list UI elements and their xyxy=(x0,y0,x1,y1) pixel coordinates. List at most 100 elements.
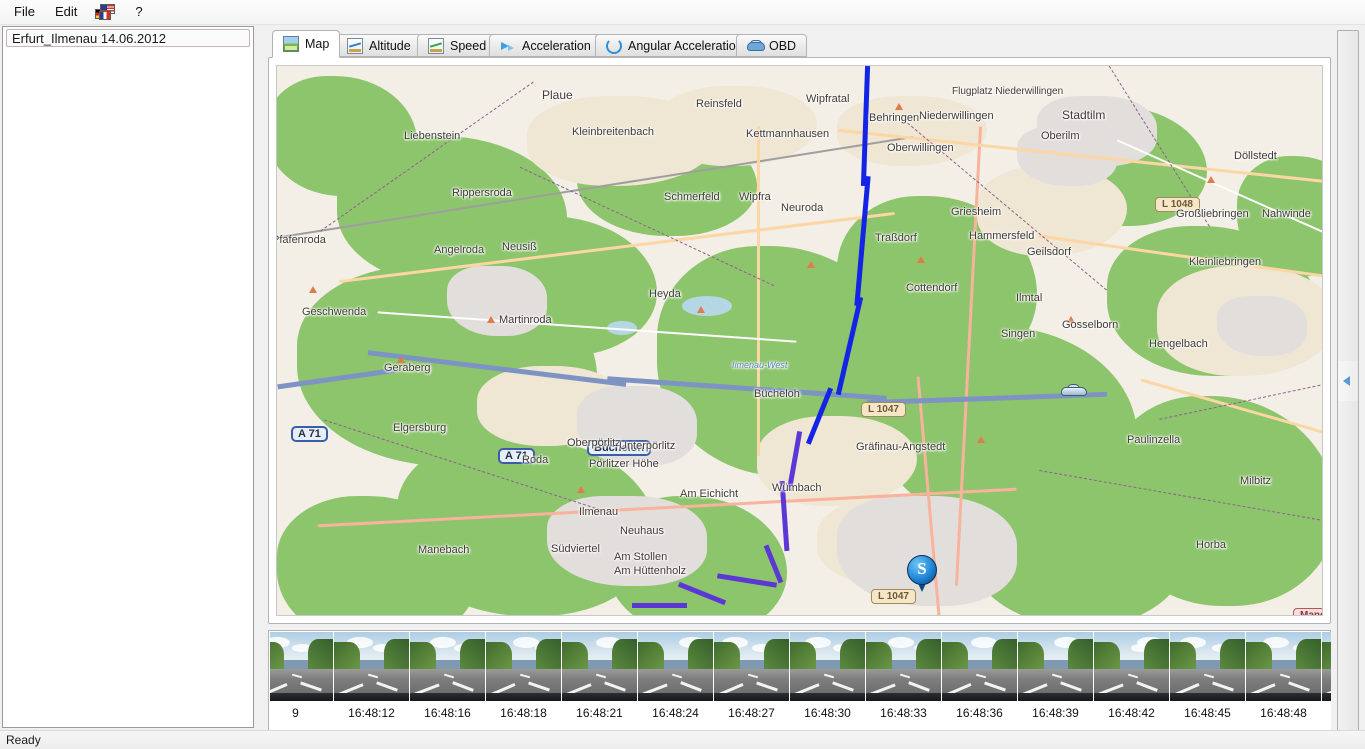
video-thumbnail[interactable] xyxy=(1246,632,1321,701)
start-marker-label: S xyxy=(917,559,927,578)
frame-timestamp: 16:48:30 xyxy=(804,706,851,720)
filmstrip-track: 9 16:48:12 16:48:16 16:48:18 16:48:21 16:48:2… xyxy=(270,632,1331,720)
menu-help[interactable]: ? xyxy=(125,1,152,23)
tab-map[interactable]: Map xyxy=(272,30,341,58)
video-thumbnail[interactable] xyxy=(1018,632,1093,701)
filmstrip-frame[interactable]: 16:48:12 xyxy=(334,632,409,720)
video-thumbnail[interactable] xyxy=(638,632,713,701)
video-thumbnail[interactable] xyxy=(1170,632,1245,701)
filmstrip-frame[interactable]: 16:48:36 xyxy=(942,632,1017,720)
right-panel-splitter[interactable] xyxy=(1337,30,1359,732)
thumb-car-hood xyxy=(334,692,409,701)
video-thumbnail[interactable] xyxy=(1322,632,1331,701)
arrow-left-icon xyxy=(1343,376,1350,386)
filmstrip-frame[interactable]: 16:48:27 xyxy=(714,632,789,720)
filmstrip-frame[interactable]: 16:48:16 xyxy=(410,632,485,720)
thumb-car-hood xyxy=(1246,692,1321,701)
video-thumbnail[interactable] xyxy=(790,632,865,701)
filmstrip-frame[interactable]: 16:48:30 xyxy=(790,632,865,720)
menu-edit[interactable]: Edit xyxy=(45,1,87,23)
filmstrip-frame[interactable]: 16:48:48 xyxy=(1246,632,1321,720)
map-urban-area xyxy=(447,266,547,336)
video-thumbnail[interactable] xyxy=(942,632,1017,701)
video-thumbnail[interactable] xyxy=(334,632,409,701)
menu-bar: File Edit ? xyxy=(0,0,1365,25)
map-urban-area xyxy=(1217,296,1307,356)
tab-acceleration[interactable]: Acceleration xyxy=(489,34,602,57)
thumb-trees-right xyxy=(1295,638,1321,674)
map-peak-icon xyxy=(895,103,903,110)
thumb-cloud xyxy=(888,637,914,648)
application-window: File Edit ? Erfurt_Ilmenau 14.06.2012 Ma… xyxy=(0,0,1365,749)
map-peak-icon xyxy=(309,286,317,293)
filmstrip-frame[interactable]: 16:48:33 xyxy=(866,632,941,720)
thumb-trees-right xyxy=(1067,638,1093,674)
splitter-collapse-button[interactable] xyxy=(1338,361,1358,401)
map-peak-icon xyxy=(917,256,925,263)
map-icon xyxy=(283,36,299,52)
tab-acceleration-label: Acceleration xyxy=(522,38,591,53)
filmstrip-frame[interactable]: 16:48:18 xyxy=(486,632,561,720)
filmstrip-frame[interactable]: 16:48:21 xyxy=(562,632,637,720)
video-thumbnail[interactable] xyxy=(1094,632,1169,701)
filmstrip-frame[interactable]: 16:48:45 xyxy=(1170,632,1245,720)
thumb-car-hood xyxy=(1322,692,1331,701)
map-panel: A 71 A 71 Bücheloh L 1048 L 1047 L 1047 … xyxy=(268,57,1331,624)
frame-timestamp: 16:48:39 xyxy=(1032,706,1079,720)
video-thumbnail[interactable] xyxy=(562,632,637,701)
map-peak-icon xyxy=(397,356,405,363)
filmstrip-frame[interactable]: 16:48:42 xyxy=(1094,632,1169,720)
frame-timestamp: 9 xyxy=(292,706,299,720)
thumb-trees-right xyxy=(307,638,333,674)
frame-timestamp: 16:48:12 xyxy=(348,706,395,720)
thumb-car-hood xyxy=(1018,692,1093,701)
video-thumbnail[interactable] xyxy=(486,632,561,701)
thumb-car-hood xyxy=(270,692,333,701)
tab-speed[interactable]: Speed xyxy=(417,34,498,57)
tab-speed-label: Speed xyxy=(450,38,487,53)
tab-obd[interactable]: OBD xyxy=(736,34,808,57)
session-tree-panel: Erfurt_Ilmenau 14.06.2012 xyxy=(2,26,254,728)
filmstrip-viewport[interactable]: 9 16:48:12 16:48:16 16:48:18 16:48:21 16:48:2… xyxy=(270,632,1331,738)
thumb-trees-right xyxy=(1219,638,1245,674)
map-canvas[interactable]: A 71 A 71 Bücheloh L 1048 L 1047 L 1047 … xyxy=(276,65,1323,616)
video-thumbnail[interactable] xyxy=(714,632,789,701)
frame-timestamp: 16:48:24 xyxy=(652,706,699,720)
start-marker[interactable]: S xyxy=(907,555,937,593)
video-thumbnail[interactable] xyxy=(866,632,941,701)
filmstrip-frame[interactable]: 16:48:39 xyxy=(1018,632,1093,720)
video-thumbnail[interactable] xyxy=(410,632,485,701)
tab-altitude-label: Altitude xyxy=(369,38,411,53)
thumb-car-hood xyxy=(866,692,941,701)
thumb-trees-right xyxy=(763,638,789,674)
filmstrip-frame[interactable]: 16:48:51 xyxy=(1322,632,1331,720)
tab-angular-acceleration-label: Angular Acceleration xyxy=(628,38,743,53)
acceleration-icon xyxy=(500,38,516,54)
frame-timestamp: 16:48:27 xyxy=(728,706,775,720)
filmstrip-frame[interactable]: 16:48:24 xyxy=(638,632,713,720)
tab-altitude[interactable]: Altitude xyxy=(336,34,422,57)
thumb-trees-right xyxy=(839,638,865,674)
map-road-secondary xyxy=(757,126,760,456)
sidebar-item-session[interactable]: Erfurt_Ilmenau 14.06.2012 xyxy=(6,29,250,47)
language-flags-icon[interactable] xyxy=(87,3,125,21)
thumb-car-hood xyxy=(1094,692,1169,701)
thumb-car-hood xyxy=(410,692,485,701)
frame-timestamp: 16:48:42 xyxy=(1108,706,1155,720)
map-peak-icon xyxy=(697,306,705,313)
road-shield-l1048: L 1048 xyxy=(1155,197,1200,212)
tab-angular-acceleration[interactable]: Angular Acceleration xyxy=(595,34,754,57)
motorway-shield-a71: A 71 xyxy=(498,448,535,464)
frame-timestamp: 16:48:45 xyxy=(1184,706,1231,720)
thumb-trees-right xyxy=(687,638,713,674)
gps-track-segment xyxy=(632,603,687,608)
thumb-trees-right xyxy=(915,638,941,674)
main-content-area: Map Altitude Speed Acceleration Angular … xyxy=(268,30,1331,749)
video-thumbnail[interactable] xyxy=(270,632,333,701)
thumb-car-hood xyxy=(562,692,637,701)
filmstrip-frame[interactable]: 9 xyxy=(270,632,333,720)
vehicle-marker-car-icon[interactable] xyxy=(1061,384,1087,398)
speed-chart-icon xyxy=(428,37,444,54)
menu-file[interactable]: File xyxy=(4,1,45,23)
frame-timestamp: 16:48:18 xyxy=(500,706,547,720)
